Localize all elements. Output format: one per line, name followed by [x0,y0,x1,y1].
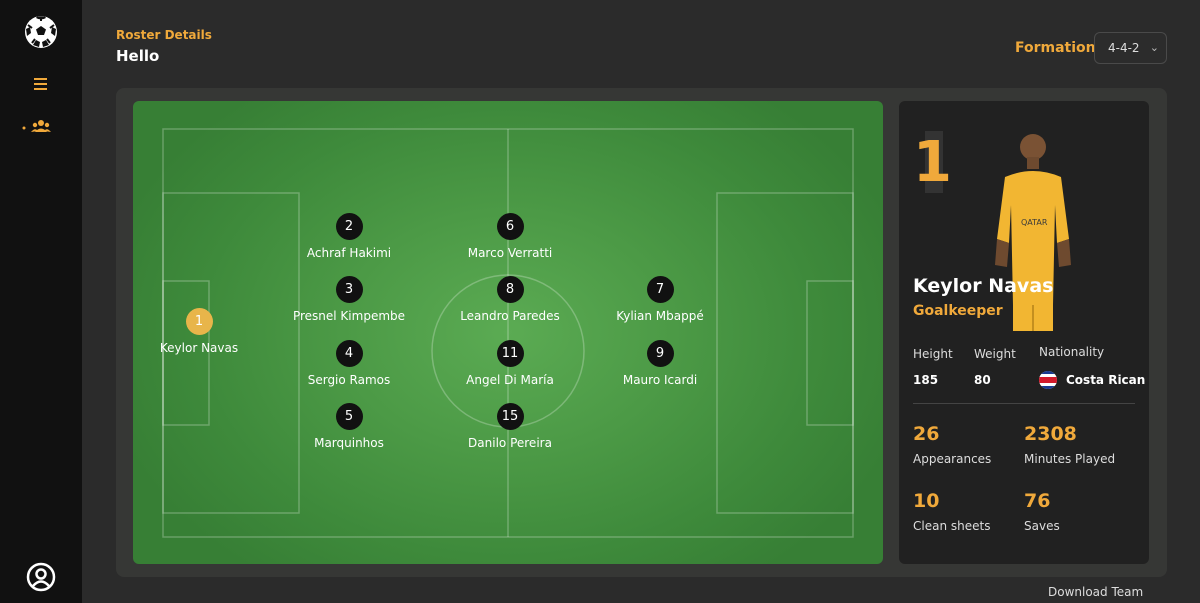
player-name: Achraf Hakimi [306,246,392,260]
player-card-position: Goalkeeper [913,303,1003,319]
chevron-down-icon: ⌄ [1149,41,1159,54]
player-marker[interactable]: 4 Sergio Ramos [279,340,419,387]
player-photo: QATAR [983,127,1083,331]
player-number: 6 [496,213,524,240]
player-name: Sergio Ramos [307,373,391,387]
player-name: Mauro Icardi [622,373,698,387]
hamburger-icon[interactable] [32,76,50,92]
weight-label: Weight [974,347,1016,361]
appearances-value: 26 [913,423,940,445]
height-value: 185 [913,373,939,387]
appearances-label: Appearances [913,452,992,466]
player-card-name: Keylor Navas [913,275,1054,297]
player-card-number: 1 [913,130,952,195]
user-circle-icon[interactable] [25,561,57,593]
formation-label: Formation: [1015,40,1102,56]
minutes-value: 2308 [1024,423,1077,445]
player-number: 11 [496,340,524,367]
clean-sheets-value: 10 [913,490,940,512]
player-marker[interactable]: 15 Danilo Pereira [440,403,580,450]
player-name: Leandro Paredes [460,309,560,323]
clean-sheets-label: Clean sheets [913,519,991,533]
player-name: Marco Verratti [467,246,553,260]
player-number: 15 [496,403,524,430]
player-marker[interactable]: 3 Presnel Kimpembe [279,276,419,323]
saves-value: 76 [1024,490,1051,512]
nationality-value: Costa Rican [1066,373,1146,387]
height-label: Height [913,347,953,361]
saves-label: Saves [1024,519,1060,533]
download-team-button[interactable]: Download Team [1048,585,1143,599]
player-number: 5 [335,403,363,430]
player-number: 2 [335,213,363,240]
player-number: 9 [646,340,674,367]
soccer-ball-icon[interactable] [24,15,58,49]
player-number: 1 [185,308,213,335]
player-marker[interactable]: 6 Marco Verratti [440,213,580,260]
weight-value: 80 [974,373,991,387]
player-detail-card: 1 QATAR Keylor Navas Goalkeeper Height 1… [899,101,1149,564]
breadcrumb: Roster Details [116,28,212,42]
player-number: 4 [335,340,363,367]
player-marker[interactable]: 5 Marquinhos [279,403,419,450]
player-marker[interactable]: 2 Achraf Hakimi [279,213,419,260]
player-number: 7 [646,276,674,303]
divider [913,403,1135,404]
sidebar [0,0,82,603]
player-name: Angel Di María [466,373,554,387]
player-marker[interactable]: 8 Leandro Paredes [440,276,580,323]
player-number: 8 [496,276,524,303]
nationality-label: Nationality [1039,345,1105,359]
player-marker[interactable]: 7 Kylian Mbappé [590,276,730,323]
player-name: Presnel Kimpembe [292,309,406,323]
player-marker[interactable]: 9 Mauro Icardi [590,340,730,387]
soccer-pitch: 1 Keylor Navas 2 Achraf Hakimi 3 Presnel… [133,101,883,564]
formation-value: 4-4-2 [1108,41,1140,55]
page-title: Hello [116,47,160,65]
player-name: Danilo Pereira [468,436,552,450]
player-name: Kylian Mbappé [616,309,704,323]
team-icon[interactable] [21,118,55,136]
player-marker[interactable]: 11 Angel Di María [440,340,580,387]
minutes-label: Minutes Played [1024,452,1116,466]
player-name: Keylor Navas [159,341,239,355]
player-marker[interactable]: 1 Keylor Navas [133,308,269,355]
player-name: Marquinhos [314,436,384,450]
svg-text:QATAR: QATAR [1021,218,1048,227]
player-number: 3 [335,276,363,303]
costa-rica-flag-icon [1039,371,1057,389]
formation-select[interactable]: 4-4-2 ⌄ [1094,32,1167,64]
